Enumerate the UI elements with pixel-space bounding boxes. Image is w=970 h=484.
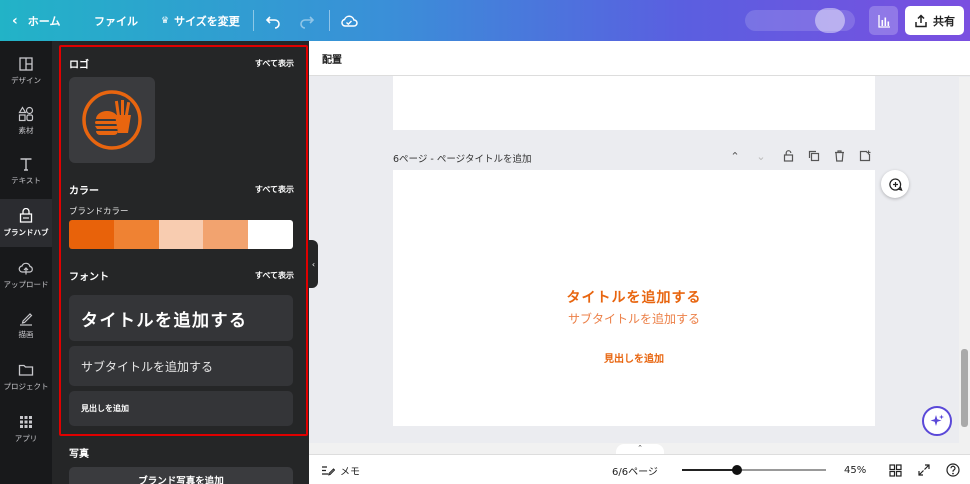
chevron-left-icon: ‹ [311, 259, 316, 269]
context-toolbar: 配置 [309, 41, 970, 76]
font-heading-tile[interactable]: 見出しを追加 [69, 391, 293, 426]
page-subtitle-text[interactable]: サブタイトルを追加する [558, 310, 710, 328]
rail-item-elements[interactable]: 素材 [0, 97, 52, 145]
brand-hub-panel: ロゴ すべて表示 カラー すべて表示 ブランドカラー フォント すべて表示 タイ… [52, 41, 309, 484]
undo-icon[interactable] [265, 0, 281, 41]
color-see-all-link[interactable]: すべて表示 [255, 184, 294, 195]
rail-item-uploads[interactable]: アップロード [0, 251, 52, 299]
zoom-slider-fill [682, 469, 737, 471]
logo-see-all-link[interactable]: すべて表示 [255, 58, 294, 69]
rail-item-brand-hub[interactable]: ブランドハブ [0, 199, 52, 247]
grid-view-icon[interactable] [889, 455, 902, 484]
brand-color-swatch[interactable] [158, 220, 204, 249]
canvas-area: 配置 6ページ - ページタイトルを追加 ⌃ ⌄ タイトルを追加する サブタイト… [309, 41, 970, 484]
comment-plus-icon [888, 177, 903, 191]
cloud-sync-icon[interactable] [340, 0, 358, 41]
rail-item-apps[interactable]: アプリ [0, 405, 52, 453]
add-brand-photo-button[interactable]: ブランド写真を追加 [69, 467, 293, 484]
rail-item-draw[interactable]: 描画 [0, 301, 52, 349]
previous-page[interactable] [393, 76, 875, 130]
brand-color-swatch[interactable] [113, 220, 159, 249]
position-button[interactable]: 配置 [322, 51, 342, 66]
current-page[interactable]: タイトルを追加する サブタイトルを追加する 見出しを追加 [393, 170, 875, 426]
shapes-icon [18, 106, 34, 122]
text-icon [20, 158, 32, 171]
collapse-panel-handle[interactable]: ‹ [309, 240, 318, 288]
brand-logo-tile[interactable] [69, 77, 155, 163]
font-section-title: フォント [69, 272, 109, 283]
file-menu[interactable]: ファイル [94, 0, 138, 41]
insights-button[interactable] [869, 6, 898, 35]
home-button[interactable]: ‹ ホーム [12, 0, 60, 41]
share-button[interactable]: 共有 [905, 6, 964, 35]
fullscreen-icon[interactable] [918, 455, 930, 484]
sparkle-icon [930, 414, 944, 426]
add-comment-button[interactable] [881, 170, 909, 198]
rail-item-text[interactable]: テキスト [0, 147, 52, 195]
chevron-up-icon: ⌃ [637, 444, 643, 452]
left-rail: デザイン 素材 テキスト ブランドハブ アップロード 描画 プロジェクト アプリ [0, 41, 52, 484]
crown-icon: ♛ [161, 15, 170, 26]
draw-pen-icon [20, 313, 33, 326]
redo-icon[interactable] [299, 0, 315, 41]
duplicate-icon[interactable] [807, 149, 821, 163]
add-page-icon[interactable] [858, 149, 872, 163]
resize-button[interactable]: ♛ サイズを変更 [161, 0, 240, 41]
vertical-scrollbar-thumb[interactable] [961, 349, 968, 427]
layout-icon [19, 57, 33, 71]
color-section-title: カラー [69, 186, 99, 197]
zoom-slider-knob[interactable] [731, 465, 742, 475]
rail-item-projects[interactable]: プロジェクト [0, 353, 52, 401]
page-heading-text[interactable]: 見出しを追加 [393, 350, 875, 365]
notes-pen-icon [322, 466, 335, 476]
font-subtitle-tile[interactable]: サブタイトルを追加する [69, 346, 293, 386]
chevron-left-icon: ‹ [12, 12, 18, 29]
help-icon[interactable] [946, 455, 960, 484]
folder-icon [18, 364, 34, 376]
page-title-text[interactable]: タイトルを追加する [393, 287, 875, 307]
bottom-bar: メモ 6/6ページ 45% [309, 454, 970, 484]
share-upload-icon [915, 13, 927, 27]
zoom-level[interactable]: 45% [844, 455, 866, 484]
brand-color-swatch[interactable] [248, 220, 293, 249]
brand-hub-icon [19, 208, 33, 223]
lock-icon[interactable] [781, 149, 795, 163]
font-title-tile[interactable]: タイトルを追加する [69, 295, 293, 341]
photo-section-title: 写真 [69, 449, 89, 460]
magic-assistant-button[interactable] [922, 406, 952, 436]
upload-cloud-icon [18, 262, 33, 275]
brand-color-label: ブランドカラー [69, 207, 129, 217]
app-window: ‹ ホーム ファイル ♛ サイズを変更 共有 デザイン 素材 テキスト ブランド… [0, 0, 970, 484]
bar-chart-icon [877, 14, 890, 28]
apps-grid-icon [20, 416, 32, 428]
trash-icon[interactable] [832, 149, 846, 163]
brand-color-palette [69, 220, 293, 249]
top-bar: ‹ ホーム ファイル ♛ サイズを変更 共有 [0, 0, 970, 41]
page-counter[interactable]: 6/6ページ [612, 455, 658, 484]
chevron-down-icon[interactable]: ⌄ [754, 149, 768, 163]
font-see-all-link[interactable]: すべて表示 [255, 270, 294, 281]
avatar[interactable] [815, 8, 845, 33]
brand-color-swatch[interactable] [203, 220, 249, 249]
burger-fries-logo-icon [82, 90, 142, 150]
brand-color-swatch[interactable] [69, 220, 114, 249]
rail-item-design[interactable]: デザイン [0, 47, 52, 95]
page-title-label[interactable]: 6ページ - ページタイトルを追加 [393, 151, 531, 165]
notes-button[interactable]: メモ [321, 455, 360, 484]
logo-section-title: ロゴ [69, 60, 89, 71]
chevron-up-icon[interactable]: ⌃ [728, 149, 742, 163]
